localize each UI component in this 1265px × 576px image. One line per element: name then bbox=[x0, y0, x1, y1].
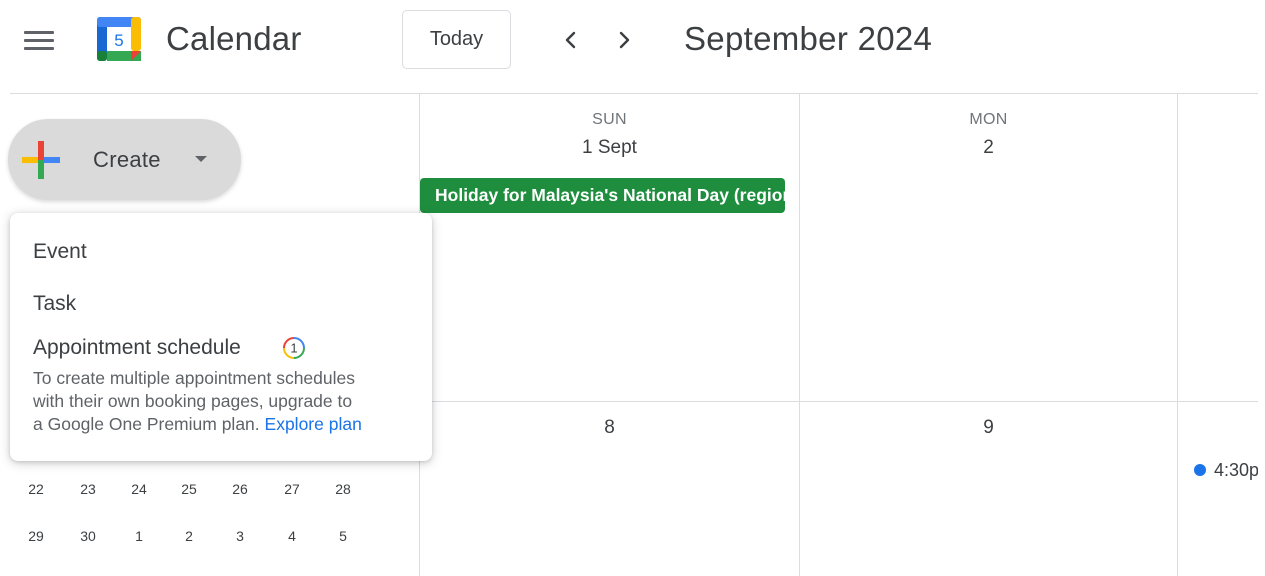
today-button[interactable]: Today bbox=[402, 10, 511, 69]
menu-item-label: Event bbox=[33, 240, 87, 263]
menu-item-label: Task bbox=[33, 292, 77, 315]
menu-item-event[interactable]: Event bbox=[10, 230, 432, 274]
day-header-sunday: SUN 1 Sept bbox=[420, 111, 799, 159]
mini-calendar-day[interactable]: 2 bbox=[171, 524, 207, 548]
mini-calendar-day[interactable]: 4 bbox=[274, 524, 310, 548]
main-menu-icon[interactable] bbox=[18, 24, 60, 56]
appointment-upgrade-description: To create multiple appointment schedules… bbox=[33, 368, 362, 434]
calendar-logo[interactable]: 5 bbox=[93, 13, 147, 67]
create-button-label: Create bbox=[93, 147, 161, 172]
svg-text:1: 1 bbox=[290, 341, 297, 356]
mini-calendar-week: 22 23 24 25 26 27 28 bbox=[10, 477, 360, 501]
menu-item-appointment-schedule[interactable]: Appointment schedule 1 bbox=[10, 326, 432, 370]
app-title: Calendar bbox=[166, 20, 302, 57]
mini-calendar-day[interactable]: 3 bbox=[222, 524, 258, 548]
mini-calendar-week: 29 30 1 2 3 4 5 bbox=[10, 524, 360, 548]
mini-calendar-day[interactable]: 5 bbox=[325, 524, 361, 548]
previous-period-icon[interactable] bbox=[555, 24, 587, 56]
mini-calendar-day[interactable]: 24 bbox=[121, 477, 157, 501]
grid-row-divider bbox=[419, 401, 1258, 402]
mini-calendar-day[interactable]: 28 bbox=[325, 477, 361, 501]
grid-column-divider bbox=[799, 94, 800, 576]
timed-event[interactable]: 4:30pm bbox=[1190, 458, 1258, 482]
mini-calendar-day[interactable]: 22 bbox=[18, 477, 54, 501]
mini-calendar-day[interactable]: 29 bbox=[18, 524, 54, 548]
chevron-down-icon bbox=[195, 156, 207, 162]
create-menu: Event Task Appointment schedule 1 To cre… bbox=[10, 213, 432, 461]
all-day-event-holiday[interactable]: Holiday for Malaysia's National Day (reg… bbox=[420, 178, 785, 213]
day-date-label[interactable]: 1 Sept bbox=[420, 137, 799, 159]
event-time: 4:30pm bbox=[1214, 459, 1258, 480]
day-date-label[interactable]: 2 bbox=[800, 137, 1177, 159]
day-of-week-label: SUN bbox=[592, 111, 627, 128]
grid-column-divider bbox=[1177, 94, 1178, 576]
mini-calendar-day[interactable]: 30 bbox=[70, 524, 106, 548]
create-button[interactable]: Create bbox=[8, 119, 241, 200]
mini-calendar-day[interactable]: 25 bbox=[171, 477, 207, 501]
day-header-monday: MON 2 bbox=[800, 111, 1177, 159]
mini-calendar-day[interactable]: 26 bbox=[222, 477, 258, 501]
explore-plan-link[interactable]: Explore plan bbox=[265, 414, 362, 434]
menu-item-task[interactable]: Task bbox=[10, 282, 432, 326]
menu-item-label: Appointment schedule bbox=[33, 336, 241, 359]
header-divider bbox=[10, 93, 1258, 94]
cell-date-label[interactable]: 9 bbox=[800, 417, 1177, 439]
cell-date-label[interactable]: 8 bbox=[420, 417, 799, 439]
premium-badge-icon: 1 bbox=[283, 337, 305, 359]
mini-calendar-day[interactable]: 23 bbox=[70, 477, 106, 501]
event-dot-icon bbox=[1194, 464, 1206, 476]
svg-text:5: 5 bbox=[114, 31, 123, 50]
top-app-bar: 5 Calendar Today September 2024 bbox=[0, 0, 1265, 82]
mini-calendar-day[interactable]: 27 bbox=[274, 477, 310, 501]
create-plus-icon bbox=[22, 141, 60, 179]
next-period-icon[interactable] bbox=[608, 24, 640, 56]
current-month-title: September 2024 bbox=[684, 20, 933, 57]
day-of-week-label: MON bbox=[969, 111, 1008, 128]
mini-calendar-day[interactable]: 1 bbox=[121, 524, 157, 548]
